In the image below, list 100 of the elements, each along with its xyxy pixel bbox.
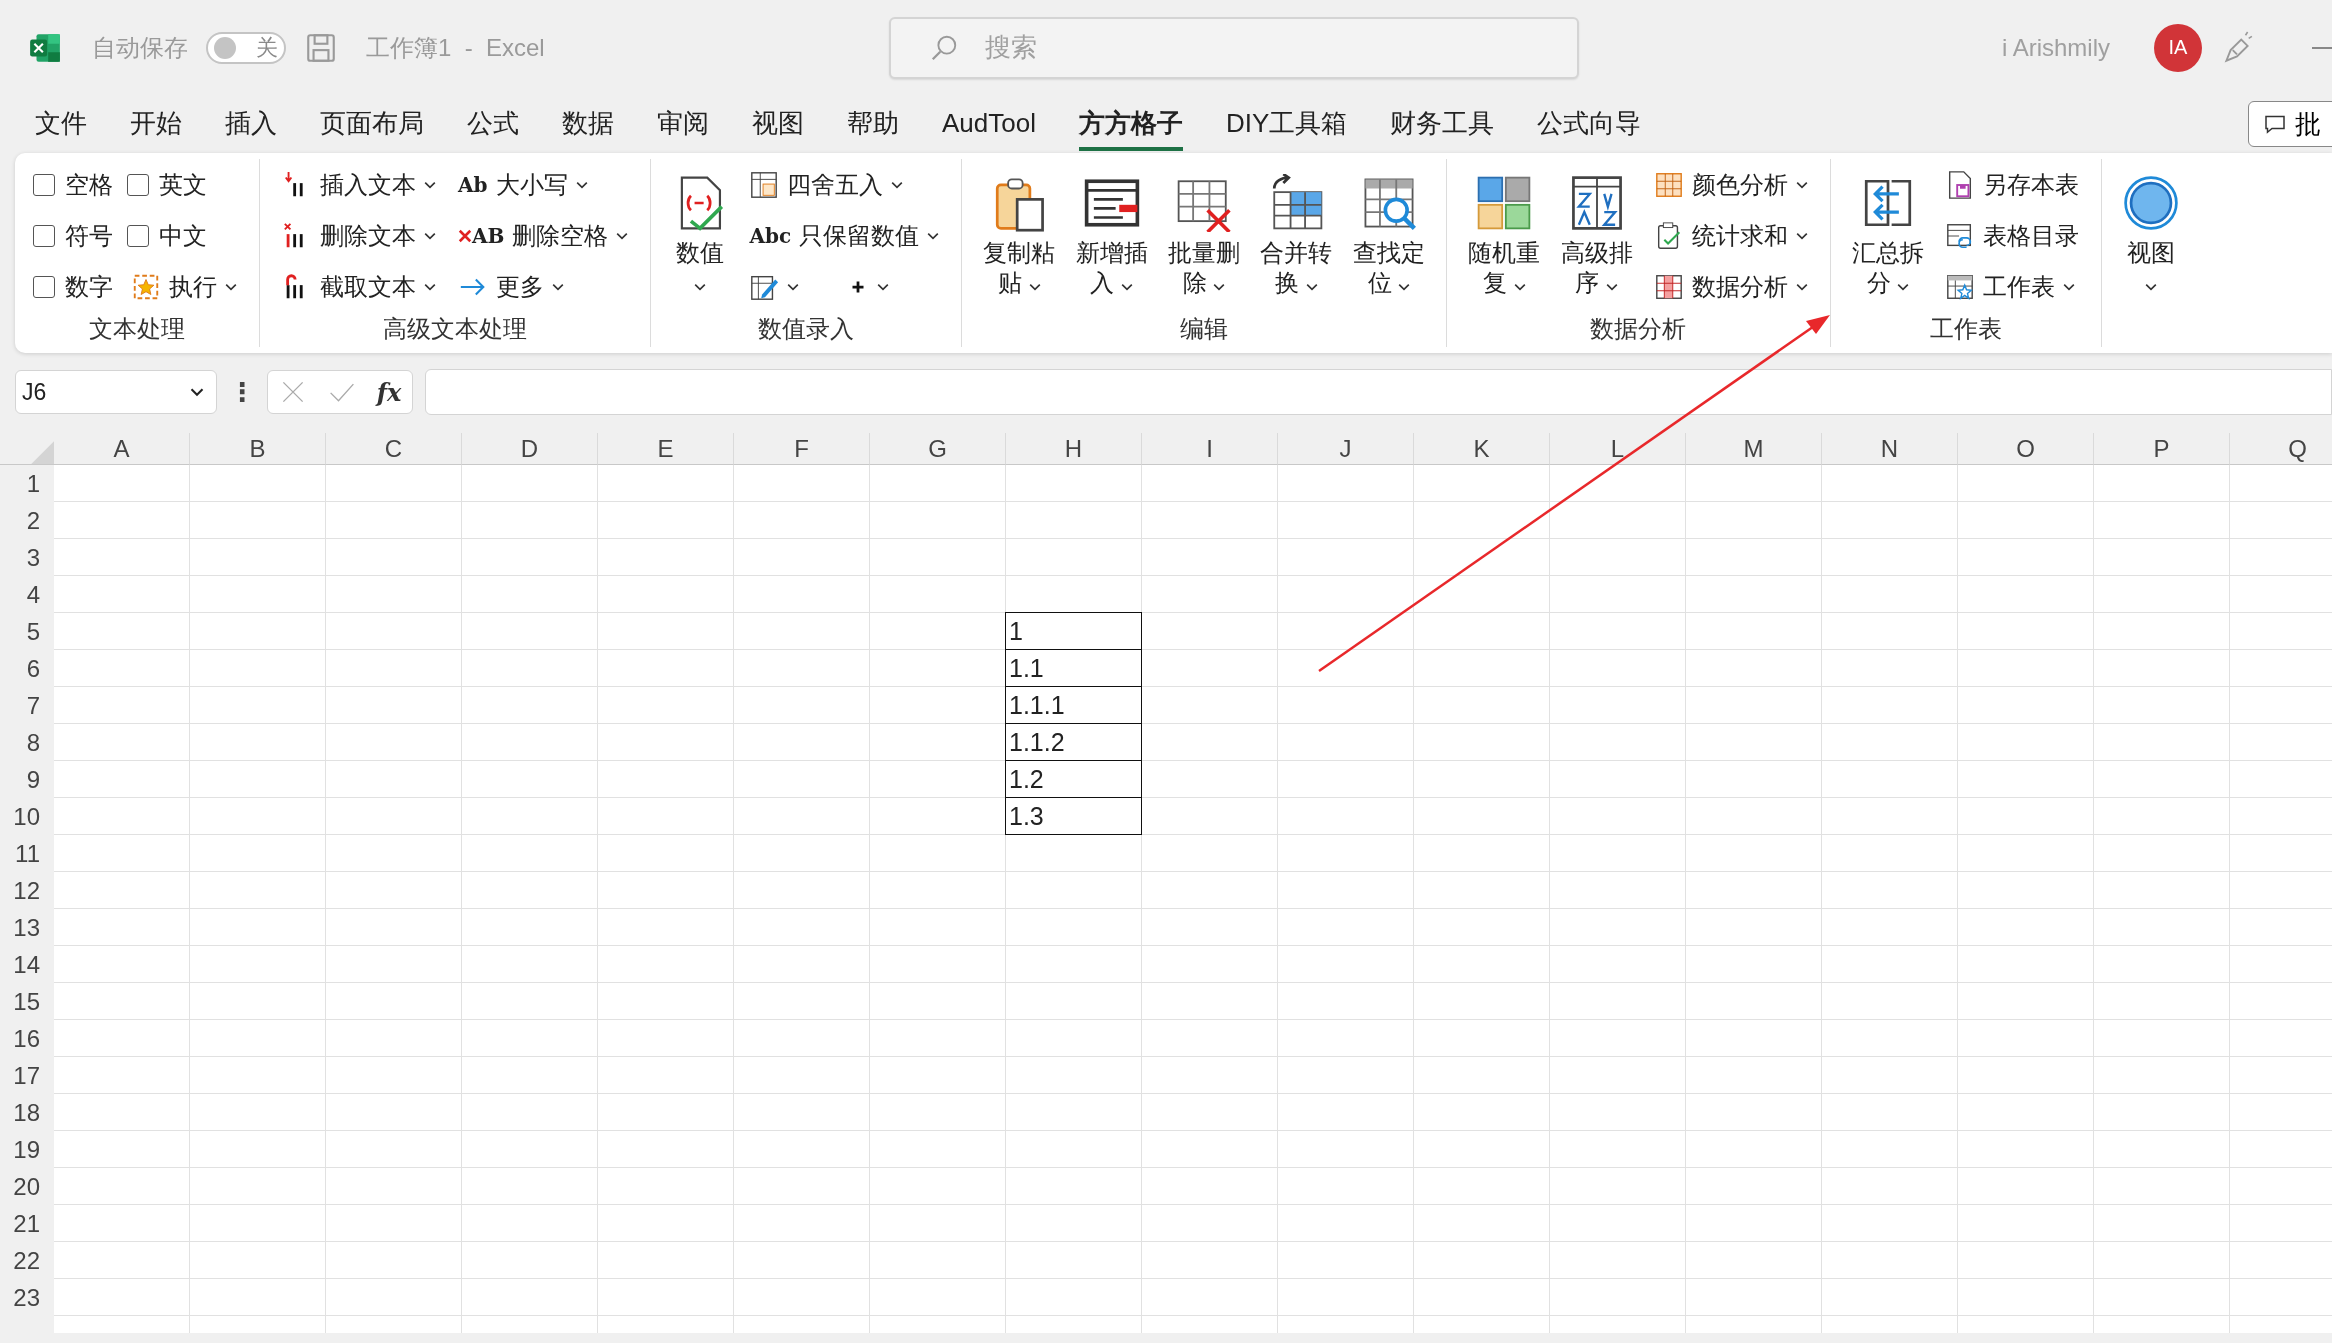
chevron-icon (424, 180, 436, 189)
column-header[interactable]: N (1880, 434, 1899, 463)
column-header[interactable]: H (1064, 434, 1083, 463)
checkbox[interactable] (127, 225, 149, 247)
row-header[interactable]: 5 (26, 617, 40, 646)
row-header[interactable]: 13 (13, 913, 40, 942)
ribbon-button[interactable]: 更多 (454, 263, 633, 312)
menu-tab[interactable]: 审阅 (657, 97, 709, 151)
menu-tab[interactable]: 公式 (467, 97, 519, 151)
column-header[interactable]: F (794, 434, 809, 463)
row-header[interactable]: 9 (26, 765, 40, 794)
row-header[interactable]: 7 (26, 691, 40, 720)
column-header[interactable]: K (1473, 434, 1490, 463)
column-header[interactable]: Q (2288, 434, 2307, 463)
formula-input[interactable] (425, 369, 2332, 415)
ribbon-large-button[interactable]: 汇总拆分 (1848, 170, 1928, 302)
menu-tab[interactable]: 视图 (752, 97, 804, 151)
ribbon-large-button[interactable]: 随机重复 (1465, 170, 1544, 302)
menu-tab[interactable]: 页面布局 (320, 97, 424, 151)
column-header[interactable]: C (384, 434, 403, 463)
row-header[interactable]: 16 (13, 1024, 40, 1053)
more-icon[interactable]: ⋮ (229, 376, 255, 408)
menu-tab[interactable]: AudTool (942, 99, 1036, 149)
menu-tab[interactable]: 帮助 (847, 97, 899, 151)
ribbon-large-button[interactable]: 复制粘贴 (980, 170, 1059, 302)
checkbox[interactable] (127, 173, 149, 196)
ribbon-button[interactable]: 四舍五入 (745, 160, 944, 209)
ribbon-large-button[interactable]: 查找定位 (1349, 170, 1429, 302)
checkbox-label: 中文 (159, 221, 207, 251)
table-cell: 1.2 (1005, 760, 1142, 798)
ribbon-button[interactable]: 执行 (127, 263, 241, 312)
user-avatar[interactable]: IA (2154, 23, 2202, 72)
row-header[interactable]: 11 (15, 839, 40, 868)
column-header[interactable]: J (1339, 434, 1352, 463)
row-header[interactable]: 21 (13, 1209, 40, 1238)
checkbox[interactable] (33, 173, 55, 196)
column-header[interactable]: E (657, 434, 674, 463)
column-header[interactable]: D (520, 434, 539, 463)
checkbox[interactable] (33, 225, 55, 247)
chevron-icon (2063, 283, 2076, 292)
row-header[interactable]: 10 (13, 802, 40, 831)
ribbon-button[interactable]: Ab 大小写 (454, 160, 633, 209)
minimize-icon[interactable] (2312, 46, 2332, 49)
checkbox-label: 数字 (65, 272, 113, 303)
ribbon-button[interactable]: AB 删除空格 (454, 212, 633, 260)
chevron-icon (891, 180, 904, 189)
row-header[interactable]: 17 (13, 1061, 40, 1090)
row-header[interactable]: 4 (26, 580, 40, 609)
window-title: 工作簿1 - Excel (366, 32, 545, 63)
column-header[interactable]: B (249, 434, 266, 463)
column-header[interactable]: G (928, 434, 947, 463)
menu-tab[interactable]: 财务工具 (1390, 97, 1495, 151)
column-header[interactable]: A (113, 434, 130, 463)
search-field[interactable]: 搜索 (888, 16, 1579, 79)
ribbon-button[interactable]: 另存本表 (1941, 160, 2084, 209)
ribbon-button[interactable]: 统计求和 (1649, 212, 1812, 260)
menu-tab[interactable]: 插入 (225, 97, 277, 151)
row-header[interactable]: 1 (26, 469, 40, 498)
column-header[interactable]: P (2153, 434, 2170, 463)
comments-button[interactable]: 批 (2248, 101, 2332, 147)
ribbon-large-button[interactable]: 新增插入 (1072, 170, 1151, 302)
function-button[interactable]: fx (376, 377, 402, 407)
row-header[interactable]: 3 (26, 543, 40, 572)
ribbon-large-button[interactable]: 视图 (2120, 170, 2183, 302)
ribbon-button[interactable]: 数据分析 (1649, 263, 1812, 312)
ribbon-large-button[interactable]: 高级排序 (1557, 170, 1636, 302)
row-header[interactable]: 6 (26, 654, 40, 683)
menu-tab[interactable]: 公式向导 (1537, 97, 1642, 151)
column-header[interactable]: M (1743, 434, 1764, 463)
ribbon-button[interactable]: 插入文本 (278, 160, 440, 209)
row-header[interactable]: 12 (13, 876, 40, 905)
menu-tab[interactable]: 文件 (35, 97, 87, 151)
ribbon-button[interactable]: 工作表 (1941, 263, 2084, 312)
row-header[interactable]: 19 (13, 1135, 40, 1164)
row-header[interactable]: 15 (13, 987, 40, 1016)
row-header[interactable]: 23 (13, 1283, 40, 1312)
row-header[interactable]: 20 (13, 1172, 40, 1201)
menu-tab[interactable]: 数据 (562, 97, 614, 151)
ribbon-button[interactable]: 颜色分析 (1649, 160, 1812, 209)
name-box[interactable]: J6 (15, 370, 217, 414)
column-header[interactable]: I (1206, 434, 1213, 463)
menu-tab[interactable]: DIY工具箱 (1225, 97, 1348, 151)
ribbon-button[interactable]: Abc 只保留数值 (745, 212, 944, 260)
row-header[interactable]: 14 (13, 950, 40, 979)
column-header[interactable]: L (1610, 434, 1625, 463)
ribbon-large-button[interactable]: 批量删除 (1164, 170, 1244, 302)
ribbon-large-button[interactable]: 合并转换 (1257, 170, 1336, 302)
row-header[interactable]: 22 (13, 1246, 40, 1275)
ribbon-button[interactable]: 删除文本 (278, 212, 440, 260)
column-header[interactable]: O (2016, 434, 2035, 463)
row-header[interactable]: 2 (26, 506, 40, 535)
row-header[interactable]: 18 (13, 1098, 40, 1127)
menu-tab[interactable]: 开始 (130, 97, 182, 151)
checkbox[interactable] (33, 276, 55, 299)
ribbon-large-button[interactable]: 数值 (669, 170, 732, 302)
ribbon-button[interactable]: 表格目录 (1941, 212, 2084, 260)
row-header[interactable]: 8 (26, 728, 40, 757)
chevron-icon (424, 283, 436, 292)
ribbon-button[interactable]: 截取文本 (278, 263, 440, 312)
chevron-icon (1795, 283, 1808, 292)
